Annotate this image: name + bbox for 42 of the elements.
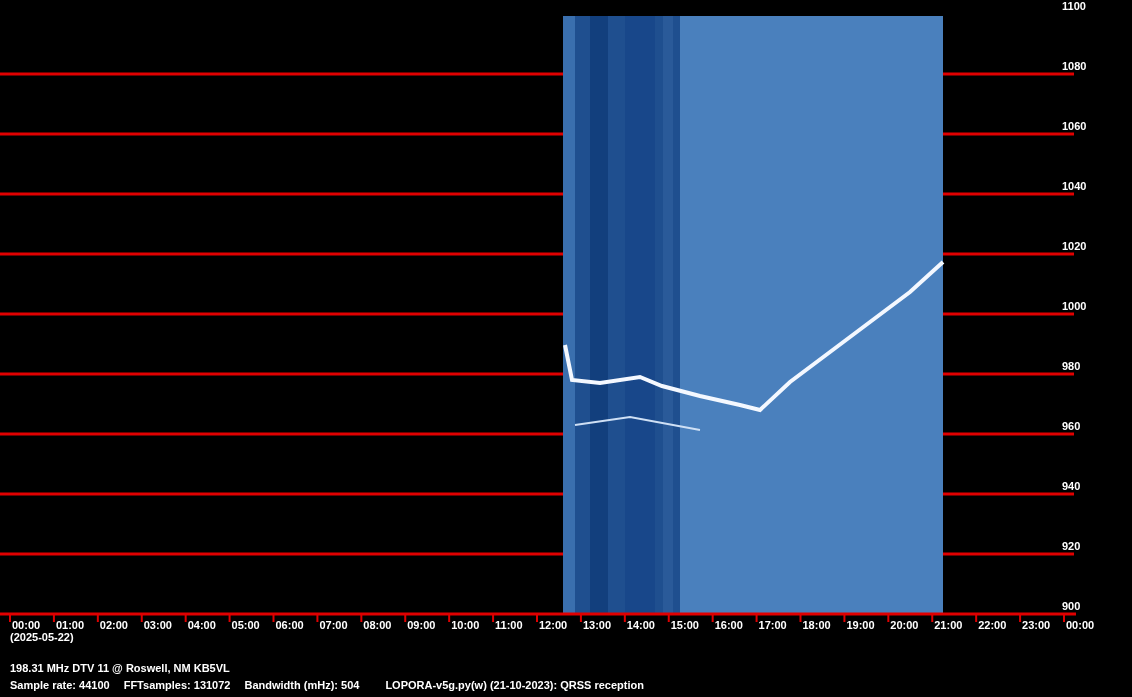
time-tick-label: 20:00 [890,619,919,631]
time-tick-label: 18:00 [802,619,831,631]
frequency-tick-label: 1080 [1062,60,1087,72]
frequency-tick-label: 900 [1062,600,1081,612]
time-tick-label: 22:00 [978,619,1007,631]
frequency-tick-label: 1100 [1062,0,1086,12]
time-tick-label: 03:00 [143,619,172,631]
time-tick-label: 01:00 [55,619,85,631]
frequency-tick-label: 960 [1062,420,1081,432]
time-tick-label: 23:00 [1022,619,1051,631]
station-info: 198.31 MHz DTV 11 @ Roswell, NM KB5VL [10,662,231,675]
time-tick-label: 21:00 [934,619,963,631]
time-tick-label: 06:00 [275,619,304,631]
frequency-tick-label: 1000 [1062,300,1087,312]
time-tick-label: 11:00 [495,619,523,631]
time-tick-label: 00:00 [12,619,41,631]
stat-text: Bandwidth (mHz): 504 [244,679,360,692]
stat-text: FFTsamples: 131072 [123,679,231,692]
time-tick-label: 10:00 [451,619,480,631]
time-tick-label: 13:00 [582,619,612,631]
stat-text: Sample rate: 44100 [10,679,110,692]
time-tick-label: 15:00 [670,619,699,631]
time-tick-label: 12:00 [539,619,568,631]
program-info: LOPORA-v5g.py(w) (21-10-2023): QRSS reception [385,679,644,692]
time-tick-label: 04:00 [187,619,216,631]
time-tick-label: 07:00 [319,619,348,631]
time-tick-label: 02:00 [99,619,128,631]
frequency-tick-label: 1040 [1062,180,1087,192]
frequency-tick-label: 1060 [1062,120,1087,132]
time-tick-label: 16:00 [714,619,743,631]
time-tick-label: 14:00 [626,619,655,631]
date-label: (2025-05-22) [9,631,75,644]
frequency-tick-label: 980 [1062,360,1081,372]
frequency-tick-label: 940 [1062,480,1081,492]
time-tick-label: 17:00 [758,619,787,631]
frequency-tick-label: 1020 [1062,240,1087,252]
time-tick-label: 05:00 [231,619,260,631]
time-tick-label: 19:00 [846,619,875,631]
time-tick-label: 08:00 [363,619,392,631]
frequency-tick-label: 920 [1062,540,1081,552]
time-tick-label: 00:00 [1066,619,1095,631]
time-tick-label: 09:00 [407,619,436,631]
